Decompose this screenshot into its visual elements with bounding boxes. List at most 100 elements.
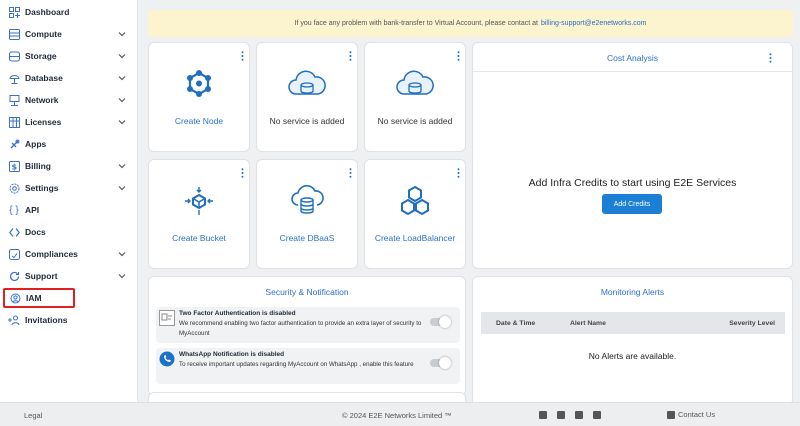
no-alerts-message: No Alerts are available.	[588, 351, 677, 361]
cost-analysis-title: Cost Analysis	[606, 53, 659, 63]
dbaas-icon	[290, 182, 324, 220]
footer: Legal © 2024 E2E Networks Limited ™ Cont…	[0, 402, 800, 426]
bucket-icon	[184, 182, 214, 220]
tile-label: No service is added	[377, 116, 453, 126]
two-factor-toggle[interactable]	[430, 316, 451, 328]
sidebar-item-invitations[interactable]: Invitations	[0, 309, 137, 331]
sidebar-item-network[interactable]: Network	[0, 89, 137, 111]
sidebar-item-database[interactable]: Database	[0, 67, 137, 89]
loadbalancer-icon	[399, 182, 431, 220]
sidebar-item-apps[interactable]: Apps	[0, 133, 137, 155]
monitoring-alerts-card: Monitoring Alerts Date & Time Alert Name…	[472, 276, 793, 406]
sidebar-item-label: Storage	[25, 51, 57, 61]
linkedin-icon[interactable]	[539, 411, 547, 419]
chevron-down-icon[interactable]	[117, 73, 127, 83]
more-options-icon[interactable]	[457, 51, 460, 61]
create-bucket-tile[interactable]: Create Bucket	[148, 159, 250, 269]
chevron-down-icon[interactable]	[117, 249, 127, 259]
notification-title: WhatsApp Notification is disabled	[179, 351, 285, 358]
chevron-down-icon[interactable]	[117, 183, 127, 193]
contact-us-label: Contact Us	[678, 410, 716, 419]
whatsapp-icon	[159, 351, 175, 367]
sidebar-item-dashboard[interactable]: Dashboard	[0, 1, 137, 23]
more-options-icon[interactable]	[241, 51, 244, 61]
sidebar-item-billing[interactable]: $ Billing	[0, 155, 137, 177]
cost-analysis-message: Add Infra Credits to start using E2E Ser…	[528, 177, 737, 189]
compute-icon	[8, 28, 20, 40]
create-dbaas-tile[interactable]: Create DBaaS	[256, 159, 358, 269]
column-header-alert-name: Alert Name	[570, 320, 606, 327]
notification-description: We recommend enabling two factor authent…	[179, 320, 422, 337]
alerts-table-header: Date & Time Alert Name Severity Level	[481, 312, 785, 334]
sidebar-item-compliances[interactable]: Compliances	[0, 243, 137, 265]
sidebar-item-label: Docs	[25, 227, 46, 237]
chevron-down-icon[interactable]	[117, 29, 127, 39]
more-options-icon[interactable]	[769, 53, 772, 63]
notification-title: Two Factor Authentication is disabled	[179, 310, 296, 317]
chevron-down-icon[interactable]	[117, 51, 127, 61]
security-notification-title: Security & Notification	[265, 287, 349, 297]
create-loadbalancer-tile[interactable]: Create LoadBalancer	[364, 159, 466, 269]
more-options-icon[interactable]	[241, 168, 244, 178]
more-options-icon[interactable]	[457, 168, 460, 178]
sidebar-item-label: Support	[25, 271, 58, 281]
more-options-icon[interactable]	[349, 51, 352, 61]
dashboard-icon	[8, 6, 20, 18]
chevron-down-icon[interactable]	[117, 95, 127, 105]
service-tile[interactable]: No service is added	[364, 42, 466, 152]
contact-us-link[interactable]: Contact Us	[667, 410, 715, 419]
whatsapp-toggle[interactable]	[430, 357, 451, 369]
chevron-down-icon[interactable]	[117, 161, 127, 171]
sidebar-item-licenses[interactable]: Licenses	[0, 111, 137, 133]
column-header-severity: Severity Level	[729, 320, 775, 327]
billing-icon: $	[8, 160, 20, 172]
compliances-icon	[8, 248, 20, 260]
sidebar-item-compute[interactable]: Compute	[0, 23, 137, 45]
support-icon	[8, 270, 20, 282]
sidebar-item-iam[interactable]: IAM	[3, 288, 75, 308]
sidebar: Dashboard Compute Storage Database Netwo…	[0, 0, 138, 402]
chevron-down-icon[interactable]	[117, 271, 127, 281]
divider	[473, 71, 792, 72]
tile-label: Create Node	[174, 116, 224, 126]
facebook-icon[interactable]	[557, 411, 565, 419]
twitter-icon[interactable]	[575, 411, 583, 419]
invitations-icon	[8, 314, 20, 326]
sidebar-item-label: Compliances	[25, 249, 78, 259]
chevron-down-icon[interactable]	[117, 117, 127, 127]
service-tile[interactable]: No service is added	[256, 42, 358, 152]
security-notification-card: Security & Notification Two Factor Authe…	[148, 276, 466, 396]
apps-icon	[8, 138, 20, 150]
copyright-text: © 2024 E2E Networks Limited ™	[342, 411, 452, 420]
tile-label: Create LoadBalancer	[374, 233, 456, 243]
node-icon	[184, 65, 214, 103]
sidebar-item-label: Network	[25, 95, 59, 105]
sidebar-item-label: IAM	[26, 293, 42, 303]
contact-icon	[667, 410, 675, 419]
sidebar-item-api[interactable]: { } API	[0, 199, 137, 221]
sidebar-item-label: Billing	[25, 161, 51, 171]
svg-text:$: $	[11, 162, 17, 171]
database-icon	[8, 72, 20, 84]
add-credits-button[interactable]: Add Credits	[602, 194, 662, 214]
two-factor-icon	[159, 310, 175, 326]
monitoring-alerts-title: Monitoring Alerts	[600, 287, 665, 297]
legal-link[interactable]: Legal	[24, 411, 42, 420]
two-factor-notification: Two Factor Authentication is disabled We…	[156, 307, 460, 343]
create-node-tile[interactable]: Create Node	[148, 42, 250, 152]
tile-label: No service is added	[269, 116, 345, 126]
sidebar-item-label: API	[25, 205, 40, 215]
sidebar-item-settings[interactable]: Settings	[0, 177, 137, 199]
sidebar-item-docs[interactable]: Docs	[0, 221, 137, 243]
tile-label: Create DBaaS	[279, 233, 335, 243]
more-options-icon[interactable]	[349, 168, 352, 178]
column-header-date: Date & Time	[496, 320, 536, 327]
billing-notice-banner: If you face any problem with bank-transf…	[148, 10, 793, 37]
sidebar-item-label: Database	[25, 73, 63, 83]
cloud-icon	[395, 65, 435, 103]
billing-support-email-link[interactable]: billing-support@e2enetworks.com	[541, 20, 647, 27]
sidebar-item-label: Apps	[25, 139, 47, 149]
sidebar-item-support[interactable]: Support	[0, 265, 137, 287]
sidebar-item-storage[interactable]: Storage	[0, 45, 137, 67]
rss-icon[interactable]	[593, 411, 601, 419]
